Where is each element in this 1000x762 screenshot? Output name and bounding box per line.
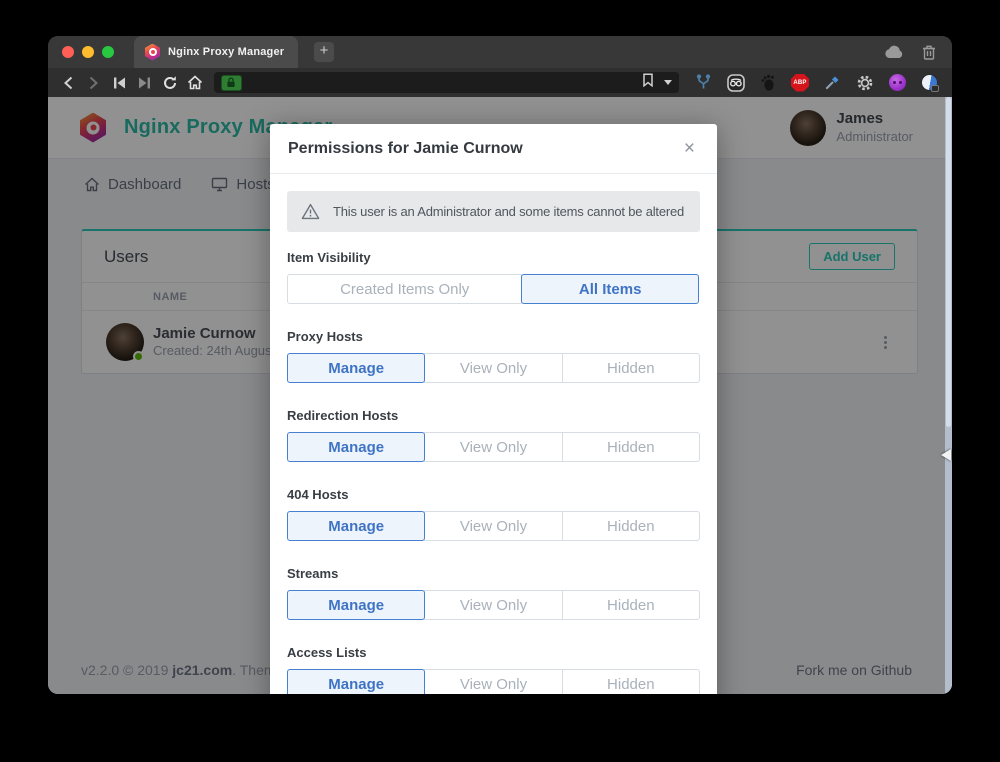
browser-toolbar: ABP (48, 68, 952, 97)
permission-label: Streams (287, 566, 700, 581)
segment-hidden[interactable]: Hidden (562, 353, 700, 383)
blue-lock-icon[interactable] (921, 74, 938, 91)
tab-title: Nginx Proxy Manager (168, 46, 284, 58)
skip-back-button[interactable] (107, 71, 132, 95)
permission-label: Redirection Hosts (287, 408, 700, 423)
sync-cloud-icon[interactable] (884, 45, 904, 59)
goggles-icon[interactable] (727, 74, 745, 92)
permission-section-redirection-hosts: Redirection Hosts ManageView OnlyHidden (287, 408, 700, 462)
close-icon[interactable]: × (680, 137, 699, 160)
https-lock-icon[interactable] (221, 75, 242, 91)
bookmark-dropdown-caret-icon[interactable] (664, 80, 672, 85)
item-visibility-label: Item Visibility (287, 250, 700, 265)
gnome-foot-icon[interactable] (760, 74, 776, 91)
screenshot-stage: Nginx Proxy Manager + (0, 0, 1000, 762)
segment-manage[interactable]: Manage (287, 432, 425, 462)
segment-view-only[interactable]: View Only (424, 590, 562, 620)
segment-hidden[interactable]: Hidden (562, 669, 700, 694)
back-button[interactable] (56, 71, 81, 95)
forward-button[interactable] (81, 71, 106, 95)
segment-view-only[interactable]: View Only (424, 669, 562, 694)
abp-icon[interactable]: ABP (791, 74, 809, 92)
page-scrollbar[interactable] (945, 97, 952, 694)
segment-view-only[interactable]: View Only (424, 511, 562, 541)
segment-hidden[interactable]: Hidden (562, 432, 700, 462)
eyedropper-icon[interactable] (824, 74, 841, 91)
gear-icon[interactable] (856, 74, 874, 92)
reload-button[interactable] (157, 71, 182, 95)
fork-icon[interactable] (695, 74, 712, 91)
permission-group: ManageView OnlyHidden (287, 353, 700, 383)
segment-manage[interactable]: Manage (287, 511, 425, 541)
address-bar[interactable] (214, 72, 679, 93)
home-button[interactable] (182, 71, 207, 95)
new-tab-button[interactable]: + (314, 42, 334, 62)
skip-forward-button[interactable] (132, 71, 157, 95)
segment-created-items-only[interactable]: Created Items Only (287, 274, 522, 304)
warning-triangle-icon (301, 203, 320, 220)
permission-section-proxy-hosts: Proxy Hosts ManageView OnlyHidden (287, 329, 700, 383)
scrollbar-thumb[interactable] (946, 97, 951, 427)
trash-icon[interactable] (922, 44, 936, 60)
permission-group: ManageView OnlyHidden (287, 669, 700, 694)
admin-alert: This user is an Administrator and some i… (287, 191, 700, 232)
permissions-modal: Permissions for Jamie Curnow × This user… (270, 124, 717, 694)
extension-icons: ABP (687, 74, 944, 92)
segment-all-items[interactable]: All Items (521, 274, 699, 304)
browser-tab[interactable]: Nginx Proxy Manager (134, 36, 298, 68)
permission-section-streams: Streams ManageView OnlyHidden (287, 566, 700, 620)
zoom-window-button[interactable] (102, 46, 114, 58)
npm-favicon-icon (145, 44, 160, 61)
browser-window: Nginx Proxy Manager + (48, 36, 952, 694)
segment-view-only[interactable]: View Only (424, 353, 562, 383)
browser-tabbar: Nginx Proxy Manager + (48, 36, 952, 68)
bookmark-icon[interactable] (642, 73, 654, 92)
permission-group: ManageView OnlyHidden (287, 590, 700, 620)
permission-section-access-lists: Access Lists ManageView OnlyHidden (287, 645, 700, 694)
segment-hidden[interactable]: Hidden (562, 590, 700, 620)
permission-group: ManageView OnlyHidden (287, 511, 700, 541)
permission-section-404-hosts: 404 Hosts ManageView OnlyHidden (287, 487, 700, 541)
segment-view-only[interactable]: View Only (424, 432, 562, 462)
minimize-window-button[interactable] (82, 46, 94, 58)
permission-label: Access Lists (287, 645, 700, 660)
page-viewport: Nginx Proxy Manager James Administrator … (48, 97, 952, 694)
segment-manage[interactable]: Manage (287, 353, 425, 383)
close-window-button[interactable] (62, 46, 74, 58)
modal-header: Permissions for Jamie Curnow × (270, 124, 717, 174)
purple-badger-icon[interactable] (889, 74, 906, 91)
permission-label: 404 Hosts (287, 487, 700, 502)
permission-group: ManageView OnlyHidden (287, 432, 700, 462)
traffic-lights (48, 46, 124, 58)
segment-hidden[interactable]: Hidden (562, 511, 700, 541)
segment-manage[interactable]: Manage (287, 669, 425, 694)
admin-alert-text: This user is an Administrator and some i… (333, 204, 684, 219)
segment-manage[interactable]: Manage (287, 590, 425, 620)
item-visibility-section: Item Visibility Created Items OnlyAll It… (287, 250, 700, 304)
permission-label: Proxy Hosts (287, 329, 700, 344)
item-visibility-group: Created Items OnlyAll Items (287, 274, 700, 304)
mouse-cursor (941, 449, 951, 461)
modal-title: Permissions for Jamie Curnow (288, 140, 523, 158)
